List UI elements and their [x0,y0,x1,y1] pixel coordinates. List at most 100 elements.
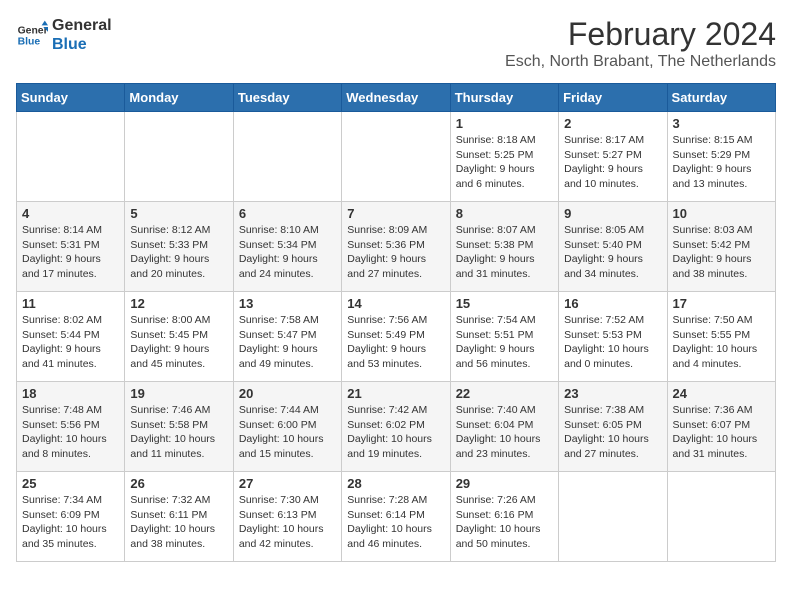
week-row-3: 11 Sunrise: 8:02 AM Sunset: 5:44 PM Dayli… [17,292,776,382]
header-cell-monday: Monday [125,84,233,112]
logo-icon: General Blue [16,19,48,51]
cell-details: Sunrise: 8:03 AM Sunset: 5:42 PM Dayligh… [673,223,770,282]
calendar-cell [667,472,775,562]
calendar-cell: 10 Sunrise: 8:03 AM Sunset: 5:42 PM Dayli… [667,202,775,292]
calendar-cell: 18 Sunrise: 7:48 AM Sunset: 5:56 PM Dayli… [17,382,125,472]
cell-details: Sunrise: 7:30 AM Sunset: 6:13 PM Dayligh… [239,493,336,552]
day-number: 18 [22,386,119,401]
week-row-4: 18 Sunrise: 7:48 AM Sunset: 5:56 PM Dayli… [17,382,776,472]
cell-details: Sunrise: 7:56 AM Sunset: 5:49 PM Dayligh… [347,313,444,372]
header-row: SundayMondayTuesdayWednesdayThursdayFrid… [17,84,776,112]
cell-details: Sunrise: 8:17 AM Sunset: 5:27 PM Dayligh… [564,133,661,192]
calendar-cell: 11 Sunrise: 8:02 AM Sunset: 5:44 PM Dayli… [17,292,125,382]
cell-details: Sunrise: 7:36 AM Sunset: 6:07 PM Dayligh… [673,403,770,462]
day-number: 14 [347,296,444,311]
header-cell-thursday: Thursday [450,84,558,112]
cell-details: Sunrise: 8:02 AM Sunset: 5:44 PM Dayligh… [22,313,119,372]
day-number: 11 [22,296,119,311]
cell-details: Sunrise: 8:12 AM Sunset: 5:33 PM Dayligh… [130,223,227,282]
calendar-cell: 21 Sunrise: 7:42 AM Sunset: 6:02 PM Dayli… [342,382,450,472]
cell-details: Sunrise: 8:07 AM Sunset: 5:38 PM Dayligh… [456,223,553,282]
day-number: 20 [239,386,336,401]
day-number: 3 [673,116,770,131]
cell-details: Sunrise: 7:40 AM Sunset: 6:04 PM Dayligh… [456,403,553,462]
cell-details: Sunrise: 7:28 AM Sunset: 6:14 PM Dayligh… [347,493,444,552]
calendar-cell: 12 Sunrise: 8:00 AM Sunset: 5:45 PM Dayli… [125,292,233,382]
cell-details: Sunrise: 8:14 AM Sunset: 5:31 PM Dayligh… [22,223,119,282]
cell-details: Sunrise: 7:54 AM Sunset: 5:51 PM Dayligh… [456,313,553,372]
day-number: 1 [456,116,553,131]
calendar-cell: 17 Sunrise: 7:50 AM Sunset: 5:55 PM Dayli… [667,292,775,382]
day-number: 21 [347,386,444,401]
calendar-cell [342,112,450,202]
cell-details: Sunrise: 7:38 AM Sunset: 6:05 PM Dayligh… [564,403,661,462]
calendar-cell: 6Sunrise: 8:10 AM Sunset: 5:34 PM Daylig… [233,202,341,292]
day-number: 4 [22,206,119,221]
calendar-cell: 16 Sunrise: 7:52 AM Sunset: 5:53 PM Dayli… [559,292,667,382]
day-number: 17 [673,296,770,311]
calendar-cell: 23 Sunrise: 7:38 AM Sunset: 6:05 PM Dayli… [559,382,667,472]
day-number: 28 [347,476,444,491]
cell-details: Sunrise: 7:50 AM Sunset: 5:55 PM Dayligh… [673,313,770,372]
day-number: 19 [130,386,227,401]
calendar-cell: 3 Sunrise: 8:15 AM Sunset: 5:29 PM Daylig… [667,112,775,202]
day-number: 10 [673,206,770,221]
calendar-cell [125,112,233,202]
day-number: 2 [564,116,661,131]
header-cell-friday: Friday [559,84,667,112]
cell-details: Sunrise: 8:00 AM Sunset: 5:45 PM Dayligh… [130,313,227,372]
location-title: Esch, North Brabant, The Netherlands [505,53,776,71]
day-number: 29 [456,476,553,491]
svg-text:Blue: Blue [18,37,41,48]
calendar-cell [233,112,341,202]
calendar-cell: 15Sunrise: 7:54 AM Sunset: 5:51 PM Dayli… [450,292,558,382]
calendar-cell: 27Sunrise: 7:30 AM Sunset: 6:13 PM Dayli… [233,472,341,562]
day-number: 26 [130,476,227,491]
day-number: 24 [673,386,770,401]
day-number: 8 [456,206,553,221]
calendar-cell [559,472,667,562]
cell-details: Sunrise: 7:26 AM Sunset: 6:16 PM Dayligh… [456,493,553,552]
day-number: 5 [130,206,227,221]
cell-details: Sunrise: 8:05 AM Sunset: 5:40 PM Dayligh… [564,223,661,282]
calendar-cell: 26Sunrise: 7:32 AM Sunset: 6:11 PM Dayli… [125,472,233,562]
calendar-cell: 24 Sunrise: 7:36 AM Sunset: 6:07 PM Dayli… [667,382,775,472]
cell-details: Sunrise: 8:15 AM Sunset: 5:29 PM Dayligh… [673,133,770,192]
header-cell-wednesday: Wednesday [342,84,450,112]
day-number: 13 [239,296,336,311]
day-number: 23 [564,386,661,401]
header-cell-tuesday: Tuesday [233,84,341,112]
cell-details: Sunrise: 7:34 AM Sunset: 6:09 PM Dayligh… [22,493,119,552]
calendar-cell: 22 Sunrise: 7:40 AM Sunset: 6:04 PM Dayli… [450,382,558,472]
cell-details: Sunrise: 7:52 AM Sunset: 5:53 PM Dayligh… [564,313,661,372]
calendar-cell: 25 Sunrise: 7:34 AM Sunset: 6:09 PM Dayli… [17,472,125,562]
calendar-cell: 8 Sunrise: 8:07 AM Sunset: 5:38 PM Daylig… [450,202,558,292]
cell-details: Sunrise: 8:09 AM Sunset: 5:36 PM Dayligh… [347,223,444,282]
cell-details: Sunrise: 7:42 AM Sunset: 6:02 PM Dayligh… [347,403,444,462]
week-row-2: 4 Sunrise: 8:14 AM Sunset: 5:31 PM Daylig… [17,202,776,292]
cell-details: Sunrise: 8:10 AM Sunset: 5:34 PM Dayligh… [239,223,336,282]
day-number: 7 [347,206,444,221]
day-number: 12 [130,296,227,311]
calendar-cell: 28 Sunrise: 7:28 AM Sunset: 6:14 PM Dayli… [342,472,450,562]
day-number: 25 [22,476,119,491]
calendar-cell: 13 Sunrise: 7:58 AM Sunset: 5:47 PM Dayli… [233,292,341,382]
calendar-cell: 5 Sunrise: 8:12 AM Sunset: 5:33 PM Daylig… [125,202,233,292]
calendar-cell: 14 Sunrise: 7:56 AM Sunset: 5:49 PM Dayli… [342,292,450,382]
calendar-cell: 29 Sunrise: 7:26 AM Sunset: 6:16 PM Dayli… [450,472,558,562]
cell-details: Sunrise: 7:44 AM Sunset: 6:00 PM Dayligh… [239,403,336,462]
calendar-cell: 4 Sunrise: 8:14 AM Sunset: 5:31 PM Daylig… [17,202,125,292]
week-row-1: 1Sunrise: 8:18 AM Sunset: 5:25 PM Daylig… [17,112,776,202]
header: General Blue General Blue February 2024 … [16,16,776,71]
cell-details: Sunrise: 7:48 AM Sunset: 5:56 PM Dayligh… [22,403,119,462]
day-number: 16 [564,296,661,311]
logo-line2: Blue [52,35,112,54]
week-row-5: 25 Sunrise: 7:34 AM Sunset: 6:09 PM Dayli… [17,472,776,562]
cell-details: Sunrise: 7:46 AM Sunset: 5:58 PM Dayligh… [130,403,227,462]
calendar-cell: 9Sunrise: 8:05 AM Sunset: 5:40 PM Daylig… [559,202,667,292]
header-cell-sunday: Sunday [17,84,125,112]
day-number: 22 [456,386,553,401]
calendar-table: SundayMondayTuesdayWednesdayThursdayFrid… [16,83,776,562]
cell-details: Sunrise: 7:58 AM Sunset: 5:47 PM Dayligh… [239,313,336,372]
header-cell-saturday: Saturday [667,84,775,112]
